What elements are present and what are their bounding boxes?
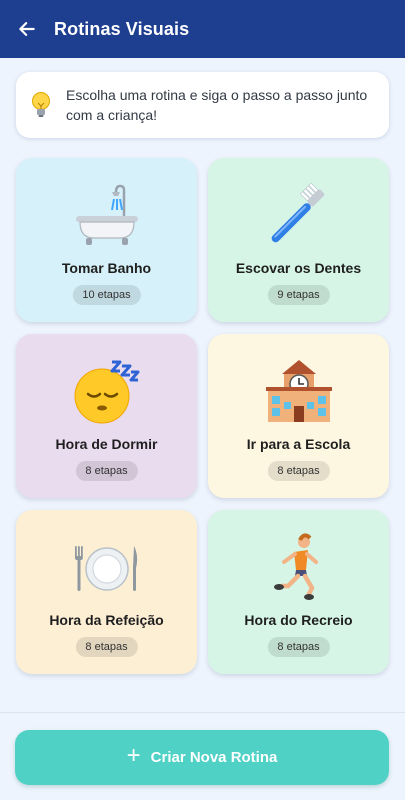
tip-icon-wrap (16, 91, 66, 119)
routine-title: Hora do Recreio (244, 612, 353, 628)
tip-text: Escolha uma rotina e siga o passo a pass… (66, 87, 368, 123)
plus-icon: + (126, 742, 141, 769)
routine-card-hora-de-dormir[interactable]: Hora de Dormir 8 etapas (16, 334, 197, 498)
routine-card-hora-da-refeicao[interactable]: Hora da Refeição 8 etapas (16, 510, 197, 674)
page-title: Rotinas Visuais (54, 18, 190, 39)
steps-badge: 10 etapas (72, 285, 141, 305)
arrow-left-icon (19, 22, 35, 36)
steps-badge: 8 etapas (75, 637, 138, 657)
school-icon (265, 360, 332, 422)
sleeping-face-icon (74, 360, 139, 424)
create-routine-button[interactable]: + Criar Nova Rotina (15, 730, 389, 785)
routine-title: Hora da Refeição (49, 612, 164, 628)
create-routine-label: Criar Nova Rotina (150, 749, 278, 766)
back-button[interactable] (0, 0, 54, 58)
routine-card-escovar-os-dentes[interactable]: Escovar os Dentes 9 etapas (208, 158, 389, 322)
app-bar: Rotinas Visuais (0, 0, 405, 58)
routine-title: Ir para a Escola (246, 436, 351, 452)
toothbrush-icon (271, 182, 324, 243)
bathtub-icon (75, 184, 138, 245)
tip-card: Escolha uma rotina e siga o passo a pass… (16, 72, 389, 138)
steps-badge: 8 etapas (75, 461, 138, 481)
steps-badge: 8 etapas (267, 637, 330, 657)
routine-title: Hora de Dormir (55, 436, 158, 452)
running-person-icon (273, 533, 318, 600)
routine-title: Tomar Banho (61, 260, 152, 276)
plate-cutlery-icon (74, 546, 137, 591)
steps-badge: 9 etapas (267, 285, 330, 305)
steps-badge: 8 etapas (267, 461, 330, 481)
footer-divider (0, 712, 405, 713)
lightbulb-icon (32, 92, 50, 117)
routine-card-tomar-banho[interactable]: Tomar Banho 10 etapas (16, 158, 197, 322)
routine-title: Escovar os Dentes (235, 260, 362, 276)
routine-card-hora-do-recreio[interactable]: Hora do Recreio 8 etapas (208, 510, 389, 674)
routine-card-ir-para-a-escola[interactable]: Ir para a Escola 8 etapas (208, 334, 389, 498)
